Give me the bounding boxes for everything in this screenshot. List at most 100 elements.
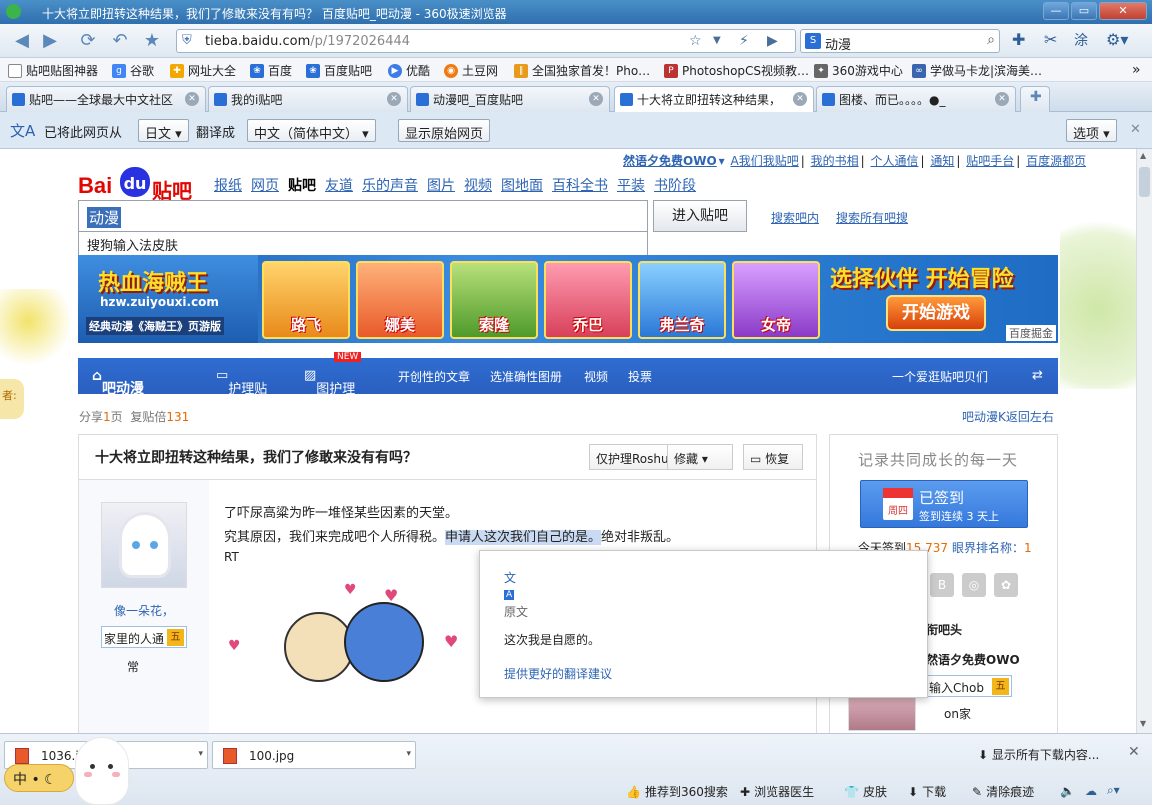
tab[interactable]: 我的i贴吧 ✕ <box>208 86 408 112</box>
top-link[interactable]: 通知 <box>930 154 954 168</box>
scroll-up-icon[interactable]: ▲ <box>1140 151 1146 160</box>
close-tab-icon[interactable]: ✕ <box>995 92 1009 106</box>
minimize-button[interactable]: — <box>1043 2 1069 20</box>
tieba-search-input[interactable]: 动漫 <box>78 200 648 232</box>
nav-link[interactable]: 友道 <box>325 178 353 194</box>
maximize-button[interactable]: ▭ <box>1071 2 1097 20</box>
download-item[interactable]: 100.jpg ▾ <box>212 741 416 769</box>
speaker-icon[interactable]: 🔈 <box>1060 784 1075 798</box>
bar-nav-item[interactable]: ▭ 护理贴 <box>216 368 267 397</box>
tools-icon[interactable]: ✂ <box>1044 30 1057 49</box>
forward-icon[interactable]: ▶ <box>38 29 62 53</box>
fav-item[interactable]: ∥ 全国独家首发！Pho… <box>514 62 650 79</box>
enter-bar-button[interactable]: 进入贴吧 <box>653 200 747 232</box>
collect-button[interactable]: 修藏 ▾ <box>667 444 733 470</box>
dropdown-icon[interactable]: ▾ <box>198 749 203 759</box>
speed-icon[interactable]: ⚡ <box>739 33 749 49</box>
tab-active[interactable]: 十大将立即扭转这种结果， ✕ <box>614 86 814 113</box>
search-box[interactable]: S 动漫 ⌕ <box>800 29 1000 53</box>
close-button[interactable]: ✕ <box>1099 2 1147 20</box>
search-all-link[interactable]: 搜索所有吧搜 <box>836 209 908 226</box>
fav-item[interactable]: ▶ 优酷 <box>388 62 430 79</box>
rank-link[interactable]: 眼界排名称：1 <box>952 539 1032 556</box>
post-image[interactable]: ♥ ♥ ♥ ♥ <box>224 582 464 733</box>
tieba-logo[interactable]: Bai du 贴吧 <box>78 159 198 203</box>
fav-item[interactable]: ∞ 学做马卡龙|滨海美… <box>912 62 1042 79</box>
star-icon[interactable]: ☆ <box>689 33 702 49</box>
target-language-select[interactable]: 中文（简体中文） ▾ <box>247 119 376 142</box>
suggest-translation-link[interactable]: 提供更好的翻译建议 <box>504 665 612 682</box>
vertical-scrollbar[interactable]: ▲ ▼ <box>1136 149 1152 733</box>
top-link[interactable]: 个人通信 <box>870 154 918 168</box>
nav-link[interactable]: 报纸 <box>214 178 242 194</box>
show-original-button[interactable]: 显示原始网页 <box>398 119 491 142</box>
sign-in-button[interactable]: 周四 已签到 签到连续 3 天上 <box>860 480 1028 528</box>
more-favorites-icon[interactable]: » <box>1132 62 1141 78</box>
top-link[interactable]: 百度源都页 <box>1026 154 1086 168</box>
bar-nav-item[interactable]: 选准确性图册 <box>490 368 562 385</box>
reply-button[interactable]: ▭ 恢复 <box>743 444 803 470</box>
close-tab-icon[interactable]: ✕ <box>589 92 603 106</box>
top-link[interactable]: 贴吧手台 <box>966 154 1014 168</box>
bar-nav-item[interactable]: ▨ 图护理 <box>304 368 355 397</box>
address-bar[interactable]: ⛨ tieba.baidu.com/p/1972026444 ☆ ▼ ⚡ ▶ <box>176 29 796 53</box>
back-icon[interactable]: ◀ <box>10 29 34 53</box>
fav-item[interactable]: ✦ 360游戏中心 <box>814 62 903 79</box>
favorite-star-icon[interactable]: ★ <box>140 29 164 53</box>
nav-link[interactable]: 网页 <box>251 178 279 194</box>
fav-item[interactable]: ◉ 土豆网 <box>444 62 498 79</box>
dropdown-icon[interactable]: ▾ <box>406 749 411 759</box>
dropdown-icon[interactable]: ▼ <box>713 35 721 46</box>
recommend-360-button[interactable]: 👍 推荐到360搜索 <box>626 783 728 800</box>
avatar[interactable] <box>101 502 187 588</box>
close-download-bar-icon[interactable]: ✕ <box>1128 744 1140 760</box>
close-tab-icon[interactable]: ✕ <box>387 92 401 106</box>
highlighted-text[interactable]: 申请人这次我们自己的是。 <box>445 530 602 545</box>
badge-icon[interactable]: ✿ <box>994 573 1018 597</box>
zoom-icon[interactable]: ⌕▾ <box>1107 783 1120 798</box>
fav-item[interactable]: 贴吧贴图神器 <box>8 62 98 79</box>
tab[interactable]: 贴吧——全球最大中文社区 ✕ <box>6 86 206 112</box>
top-link[interactable]: 我的书相 <box>811 154 859 168</box>
cloud-icon[interactable]: ☁ <box>1085 784 1097 798</box>
search-input[interactable]: 动漫 <box>825 34 851 53</box>
fav-item[interactable]: ❀ 百度贴吧 <box>306 62 372 79</box>
nav-link[interactable]: 书阶段 <box>654 178 696 194</box>
close-translate-icon[interactable]: ✕ <box>1130 122 1141 137</box>
nav-link[interactable]: 百科全书 <box>552 178 608 194</box>
switch-icon[interactable]: ⇄ <box>1032 368 1043 383</box>
top-link[interactable]: A我们我贴吧 <box>731 154 799 168</box>
source-language-select[interactable]: 日文 ▾ <box>138 119 189 142</box>
owner-name[interactable]: 然语夕免费OWO <box>926 651 1020 668</box>
clear-traces-button[interactable]: ✎ 清除痕迹 <box>972 783 1034 800</box>
scroll-down-icon[interactable]: ▼ <box>1140 719 1146 728</box>
undo-icon[interactable]: ↶ <box>108 29 132 53</box>
refresh-icon[interactable]: ⟳ <box>76 29 100 53</box>
bar-nav-item[interactable]: 开创性的文章 <box>398 368 470 385</box>
game-banner-ad[interactable]: 热血海贼王 hzw.zuiyouxi.com 经典动漫《海贼王》页游版 路飞 娜… <box>78 255 1058 343</box>
search-suggestion[interactable]: 搜狗输入法皮肤 <box>78 232 648 257</box>
fav-item[interactable]: P PhotoshopCS视频教… <box>664 62 809 79</box>
bar-nav-item[interactable]: 投票 <box>628 368 652 385</box>
fav-item[interactable]: g 谷歌 <box>112 62 154 79</box>
start-game-button[interactable]: 开始游戏 <box>886 295 986 331</box>
ime-indicator[interactable]: 中 • ☾ <box>4 764 74 792</box>
browser-doctor-button[interactable]: ✚ 浏览器医生 <box>740 783 814 800</box>
circle-icon[interactable]: ◎ <box>962 573 986 597</box>
back-link[interactable]: 吧动漫K返回左右 <box>962 408 1054 425</box>
nav-link[interactable]: 乐的声音 <box>362 178 418 194</box>
close-tab-icon[interactable]: ✕ <box>185 92 199 106</box>
fav-item[interactable]: ❀ 百度 <box>250 62 292 79</box>
b-icon[interactable]: B <box>930 573 954 597</box>
scroll-thumb[interactable] <box>1139 167 1150 197</box>
download-button[interactable]: ⬇ 下载 <box>908 783 946 800</box>
nav-link[interactable]: 图片 <box>427 178 455 194</box>
show-all-downloads-link[interactable]: ⬇ 显示所有下载内容... <box>978 746 1099 763</box>
new-tab-button[interactable]: ✚ <box>1020 86 1050 112</box>
extension-icon[interactable]: 涂 <box>1074 30 1088 50</box>
fav-item[interactable]: ✚ 网址大全 <box>170 62 236 79</box>
go-icon[interactable]: ▶ <box>767 33 778 49</box>
close-tab-icon[interactable]: ✕ <box>793 92 807 106</box>
translate-options-button[interactable]: 选项 ▾ <box>1066 119 1117 142</box>
search-in-bar-link[interactable]: 搜索吧内 <box>771 209 819 226</box>
